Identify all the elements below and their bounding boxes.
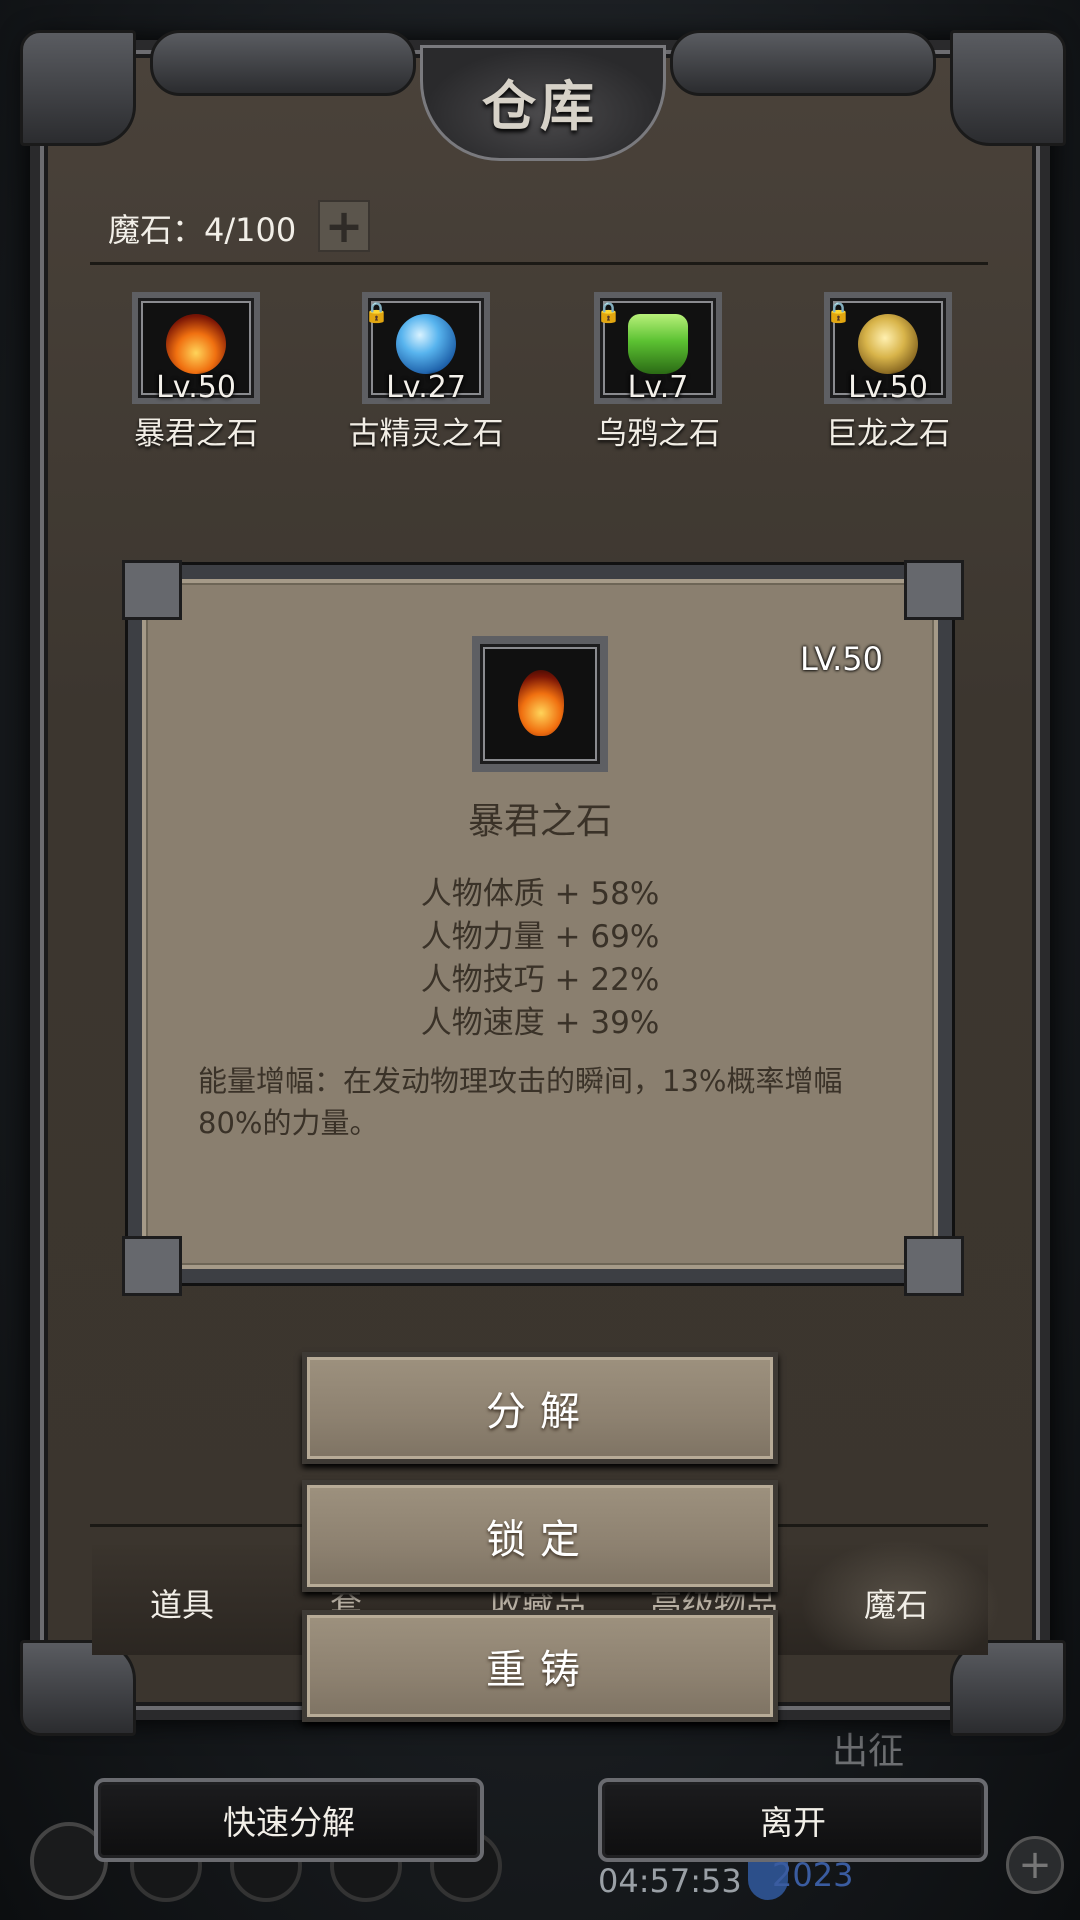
- detail-level: LV.50: [800, 640, 883, 678]
- frame-top-ornament: [670, 30, 936, 96]
- slot-level: Lv.7: [627, 370, 689, 405]
- tab-magic-stones[interactable]: 魔石: [864, 1580, 928, 1626]
- reforge-button[interactable]: 重铸: [302, 1610, 778, 1722]
- stone-slot[interactable]: 🔒 Lv.7: [594, 292, 722, 420]
- lock-button[interactable]: 锁定: [302, 1480, 778, 1592]
- stat-line: 人物体质 + 58%: [420, 876, 660, 912]
- slot-name: 暴君之石: [134, 416, 258, 452]
- plus-icon: +: [324, 199, 364, 253]
- stone-slot[interactable]: 🔒 Lv.27: [362, 292, 490, 420]
- panel-corner: [122, 1236, 182, 1296]
- detail-stone-name: 暴君之石: [467, 801, 612, 842]
- slot-name: 古精灵之石: [348, 416, 504, 452]
- stone-slot[interactable]: Lv.50: [132, 292, 260, 420]
- lock-icon: 🔒: [364, 300, 389, 324]
- tab-items[interactable]: 道具: [150, 1580, 214, 1626]
- hud-expedition-label: 出征: [832, 1731, 905, 1772]
- hud-plus-icon: +: [1006, 1836, 1064, 1894]
- quick-decompose-button[interactable]: 快速分解: [94, 1778, 484, 1862]
- slot-name: 巨龙之石: [826, 416, 950, 452]
- panel-corner: [122, 560, 182, 620]
- stone-slot[interactable]: 🔒 Lv.50: [824, 292, 952, 420]
- panel-corner: [904, 560, 964, 620]
- stat-line: 人物速度 + 39%: [420, 1005, 660, 1041]
- panel-corner: [904, 1236, 964, 1296]
- leave-button[interactable]: 离开: [598, 1778, 988, 1862]
- dragon-orb-icon: [858, 314, 918, 374]
- slot-level: Lv.27: [386, 370, 466, 405]
- crystal-orb-icon: [396, 314, 456, 374]
- frame-corner-ornament: [950, 30, 1066, 146]
- green-crystal-icon: [628, 314, 688, 374]
- lock-icon: 🔒: [596, 300, 621, 324]
- stat-line: 人物技巧 + 22%: [420, 962, 660, 998]
- flame-stone-icon: [518, 670, 564, 736]
- stat-line: 人物力量 + 69%: [420, 919, 660, 955]
- hud-timer: 04:57:53: [598, 1862, 742, 1900]
- lock-icon: 🔒: [826, 300, 851, 324]
- add-capacity-button[interactable]: +: [318, 200, 370, 252]
- flame-stone-icon: [166, 314, 226, 374]
- frame-corner-ornament: [20, 30, 136, 146]
- decompose-button[interactable]: 分解: [302, 1352, 778, 1464]
- frame-top-ornament: [150, 30, 416, 96]
- page-title: 仓库: [482, 75, 598, 138]
- divider: [90, 262, 988, 265]
- slot-level: Lv.50: [156, 370, 236, 405]
- slot-level: Lv.50: [848, 370, 928, 405]
- stone-capacity-label: 魔石：4/100: [108, 211, 297, 249]
- slot-name: 乌鸦之石: [596, 416, 720, 452]
- detail-description: 能量增幅：在发动物理攻击的瞬间，13%概率增幅80%的力量。: [198, 1064, 843, 1140]
